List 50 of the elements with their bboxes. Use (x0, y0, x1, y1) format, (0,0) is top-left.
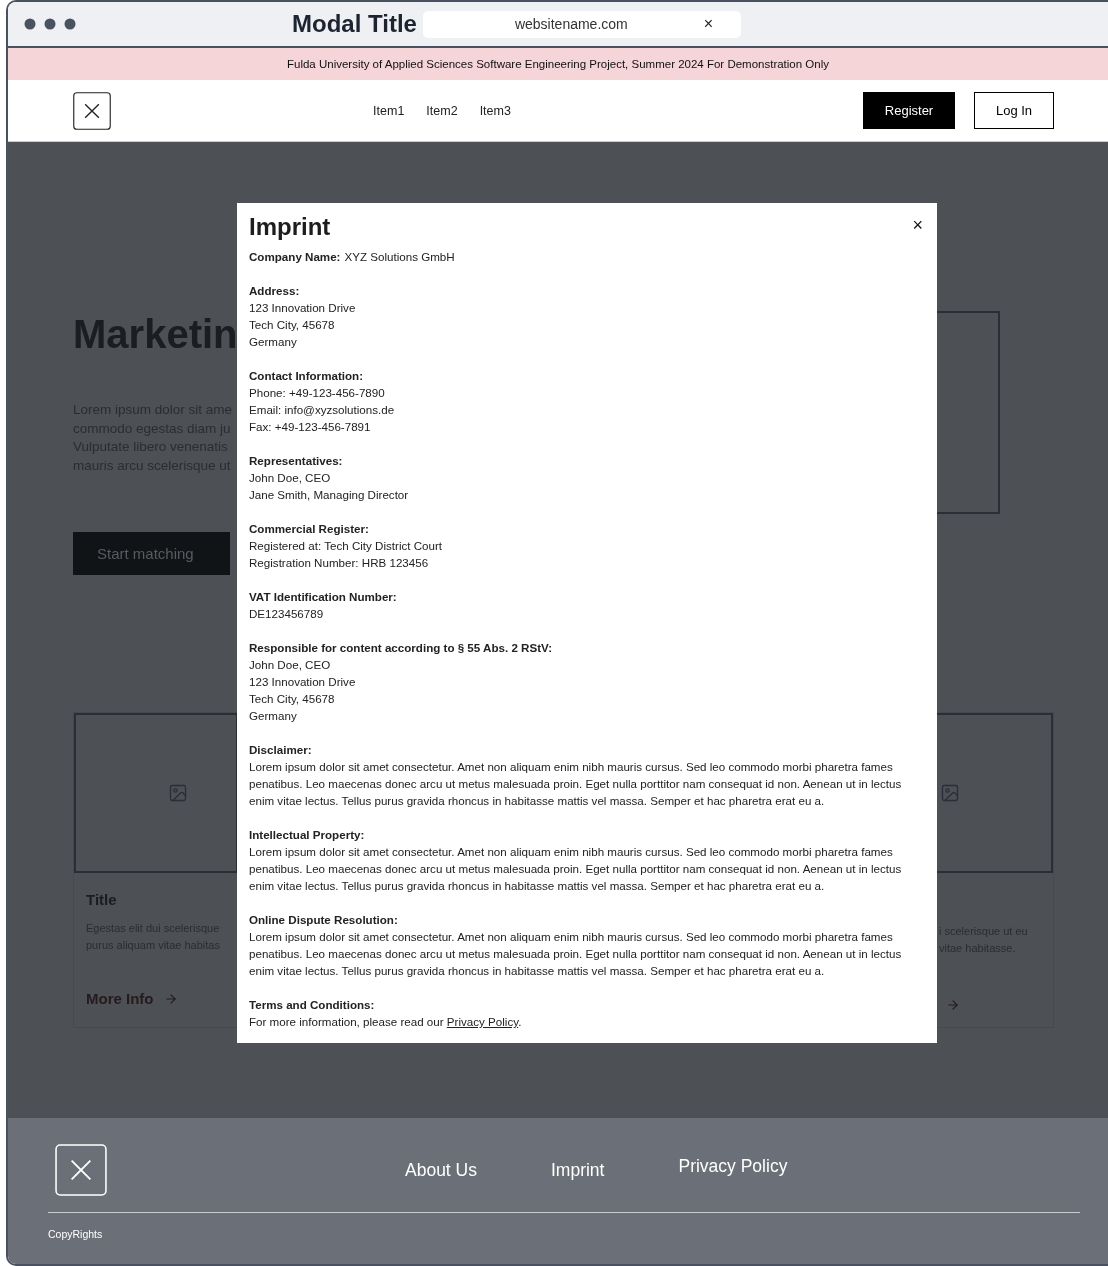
section-line: Germany (249, 334, 298, 350)
section-heading: Address: (249, 283, 301, 299)
section-heading: Intellectual Property: (249, 827, 366, 843)
close-button[interactable]: × (912, 215, 923, 236)
section-heading: Commercial Register: (249, 521, 370, 537)
section-line: Jane Smith, Managing Director (249, 487, 410, 503)
nav-link[interactable]: Item2 (426, 103, 458, 118)
section-line: Fax: +49-123-456-7891 (249, 419, 372, 435)
section-paragraph: Lorem ipsum dolor sit amet consectetur. Amet non aliquam enim nibh mauris cursus. Sed leo commodo morbi pharetra fames penatibus. Leo maecenas donec arcu ut metus malesuada proin. Eget nulla porttitor nam consequat id non. Aenean ut in lectus enim vitae lectus. Tellus purus gravida rhoncus in habitasse mattis vel massa. Semper et hac pharetra erat eu a. (249, 929, 903, 979)
image-icon (168, 783, 188, 803)
section-line: 123 Innovation Drive (249, 674, 357, 690)
section-heading: Online Dispute Resolution: (249, 912, 399, 928)
footer-link[interactable]: About Us (405, 1159, 477, 1181)
demo-banner: Fulda University of Applied Sciences Software Engineering Project, Summer 2024 For Demonstration Only (8, 48, 1108, 80)
section-line: Registration Number: HRB 123456 (249, 555, 430, 571)
section-heading: Disclaimer: (249, 742, 313, 758)
section-heading: Contact Information: (249, 368, 364, 384)
nav-link[interactable]: Item3 (479, 103, 511, 118)
section-line: Phone: +49-123-456-7890 (249, 385, 386, 401)
section-heading: Company Name: (249, 249, 341, 265)
image-icon (940, 783, 960, 803)
section-line: DE123456789 (249, 606, 325, 622)
nav-link[interactable]: Item1 (373, 103, 405, 118)
section-line: Registered at: Tech City District Court (249, 538, 444, 554)
footer-link[interactable]: Imprint (551, 1159, 605, 1181)
section-line: Tech City, 45678 (249, 317, 336, 333)
section-line: Email: info@xyzsolutions.de (249, 402, 396, 418)
section-heading: Responsible for content according to § 55 Abs. 2 RStV: (249, 640, 553, 656)
window-title: Modal Title (292, 10, 417, 38)
section-line: Germany (249, 708, 298, 724)
section-line: 123 Innovation Drive (249, 300, 357, 316)
footer-link[interactable]: Privacy Policy (678, 1155, 788, 1177)
close-icon[interactable]: × (703, 15, 714, 33)
section-line: John Doe, CEO (249, 657, 332, 673)
section-value: XYZ Solutions GmbH (344, 249, 455, 265)
register-button[interactable]: Register (863, 92, 955, 129)
window-controls-icon[interactable] (24, 18, 76, 30)
section-paragraph: Lorem ipsum dolor sit amet consectetur. Amet non aliquam enim nibh mauris cursus. Sed leo commodo morbi pharetra fames penatibus. Leo maecenas donec arcu ut metus malesuada proin. Eget nulla porttitor nam consequat id non. Aenean ut in lectus enim vitae lectus. Tellus purus gravida rhoncus in habitasse mattis vel massa. Semper et hac pharetra erat eu a. (249, 844, 903, 894)
section-heading: Representatives: (249, 453, 344, 469)
copyright-text: CopyRights (48, 1228, 104, 1240)
address-bar[interactable]: websitename.com × (422, 10, 741, 38)
section-line: Tech City, 45678 (249, 691, 336, 707)
logo-icon[interactable] (73, 91, 111, 130)
login-button[interactable]: Log In (974, 92, 1054, 129)
section-paragraph: Lorem ipsum dolor sit amet consectetur. Amet non aliquam enim nibh mauris cursus. Sed leo commodo morbi pharetra fames penatibus. Leo maecenas donec arcu ut metus malesuada proin. Eget nulla porttitor nam consequat id non. Aenean ut in lectus enim vitae lectus. Tellus purus gravida rhoncus in habitasse mattis vel massa. Semper et hac pharetra erat eu a. (249, 759, 903, 809)
section-heading: VAT Identification Number: (249, 589, 398, 605)
section-paragraph: For more information, please read our Privacy Policy. (249, 1014, 523, 1030)
modal-title: Imprint (249, 213, 331, 241)
section-heading: Terms and Conditions: (249, 997, 376, 1013)
section-line: John Doe, CEO (249, 470, 332, 486)
